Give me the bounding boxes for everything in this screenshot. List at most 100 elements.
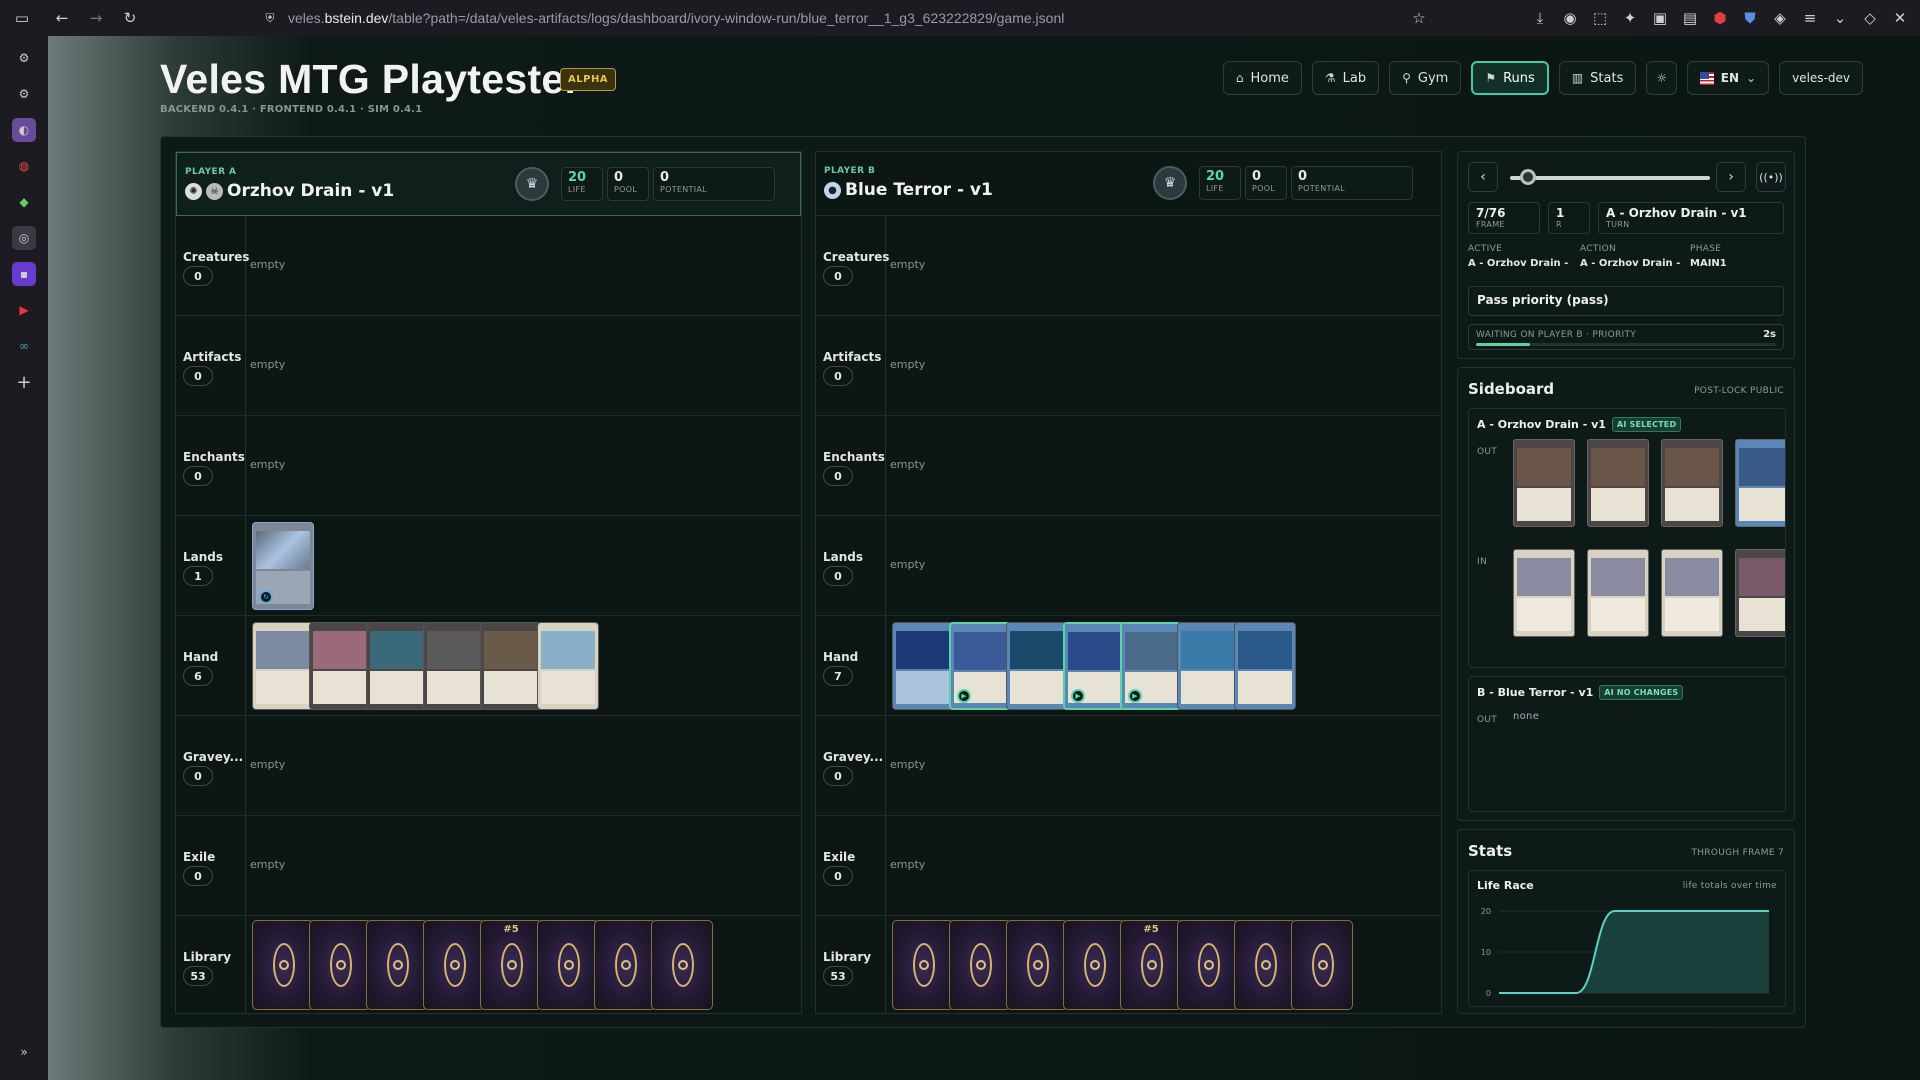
zone-empty: empty (890, 858, 926, 871)
player-a-header: PLAYER A ✺ ☠ Orzhov Drain - v1 ♛ 20 LIFE … (176, 152, 801, 216)
download-icon[interactable]: ⤓ (1526, 4, 1554, 32)
prev-frame-button[interactable]: ‹ (1468, 162, 1498, 192)
nav-stats-button[interactable]: ▥ Stats (1558, 61, 1637, 95)
sidebar-add-icon[interactable]: + (12, 370, 36, 394)
live-broadcast-button[interactable]: ((•)) (1756, 162, 1786, 192)
extension-bitwarden-icon[interactable]: ⛊ (1736, 4, 1764, 32)
player-b-pool-label: POOL (1252, 184, 1276, 193)
player-b-avatar[interactable]: ♛ (1153, 166, 1187, 200)
hand-card[interactable] (480, 622, 542, 710)
hand-card[interactable] (366, 622, 428, 710)
frame-label: FRAME (1476, 220, 1505, 229)
bookmark-star-icon[interactable]: ☆ (1405, 4, 1433, 32)
nav-lab-button[interactable]: ⚗ Lab (1311, 61, 1380, 95)
version-info: BACKEND 0.4.1 · FRONTEND 0.4.1 · SIM 0.4… (160, 104, 423, 115)
extension-ublock-icon[interactable]: ⬢ (1706, 4, 1734, 32)
sidebar-app-icon-5[interactable]: ◆ (12, 190, 36, 214)
extension-icon[interactable]: ⬚ (1586, 4, 1614, 32)
home-icon: ⌂ (1235, 71, 1244, 85)
language-label: EN (1720, 71, 1740, 85)
sideboard-out-card[interactable] (1513, 439, 1575, 527)
sideboard-in-card[interactable] (1661, 549, 1723, 637)
sidebar-globe-icon[interactable]: ◎ (12, 226, 36, 250)
hand-card-playable[interactable]: ▶ (949, 622, 1011, 710)
hand-card-playable[interactable]: ▶ (1063, 622, 1125, 710)
theme-toggle-button[interactable]: ☼ (1646, 61, 1678, 95)
menu-icon[interactable]: ≡ (1796, 4, 1824, 32)
account-icon[interactable]: ◉ (1556, 4, 1584, 32)
zone-name: Lands (183, 550, 224, 564)
site-info-icon[interactable]: ⛨ (256, 4, 284, 32)
frame-slider-handle[interactable] (1520, 169, 1536, 185)
frame-slider[interactable] (1510, 176, 1710, 180)
zone-name: Library (183, 950, 232, 964)
player-a-avatar[interactable]: ♛ (515, 167, 549, 201)
player-b-life-label: LIFE (1206, 184, 1224, 193)
sidebar-youtube-icon[interactable]: ▶ (12, 298, 36, 322)
zone-count: 0 (823, 766, 853, 786)
sidebar-toggle-icon[interactable]: ▭ (8, 4, 36, 32)
reload-icon[interactable]: ↻ (116, 4, 144, 32)
forward-icon[interactable]: → (82, 4, 110, 32)
hand-card-playable[interactable]: ▶ (1120, 622, 1182, 710)
user-button[interactable]: veles-dev (1779, 61, 1863, 95)
nav-home-button[interactable]: ⌂ Home (1222, 61, 1302, 95)
language-select[interactable]: EN ⌄ (1687, 61, 1770, 95)
hand-card[interactable] (537, 622, 599, 710)
hand-card[interactable] (423, 622, 485, 710)
extension-reader-icon[interactable]: ▤ (1676, 4, 1704, 32)
round-box: 1R (1548, 202, 1590, 234)
sidebar-app-icon-7[interactable]: ∞ (12, 334, 36, 358)
player-a-label: PLAYER A (185, 167, 237, 177)
next-frame-button[interactable]: › (1716, 162, 1746, 192)
zone-name: Lands (823, 550, 864, 564)
nav-gym-button[interactable]: ⚲ Gym (1389, 61, 1462, 95)
player-b-potential-value: 0 (1298, 169, 1308, 184)
sidebar-app-icon-1[interactable]: ⚙ (12, 46, 36, 70)
player-a-zone-enchants: Enchants 0 empty (176, 416, 801, 516)
life-race-chart: 20 10 0 (1481, 907, 1769, 998)
chevron-down-icon[interactable]: ⌄ (1826, 4, 1854, 32)
hand-card[interactable] (1234, 622, 1296, 710)
sideboard-out-card[interactable] (1587, 439, 1649, 527)
zone-name: Gravey... (183, 750, 244, 764)
player-b-header: PLAYER B ● Blue Terror - v1 ♛ 20 LIFE 0 PO… (816, 152, 1441, 216)
zone-count: 0 (183, 466, 213, 486)
extension-fox-icon[interactable]: ✦ (1616, 4, 1644, 32)
hand-card[interactable] (1177, 622, 1239, 710)
sideboard-out-card[interactable] (1735, 439, 1785, 527)
nav-stats-label: Stats (1590, 70, 1624, 86)
extension-box-icon[interactable]: ▣ (1646, 4, 1674, 32)
sideboard-in-card[interactable] (1735, 549, 1785, 637)
nav-runs-button[interactable]: ⚑ Runs (1471, 61, 1549, 95)
stats-title: Stats (1468, 842, 1513, 860)
player-b-zone-creatures: Creatures 0 empty (816, 216, 1441, 316)
close-icon[interactable]: ✕ (1886, 4, 1914, 32)
extension-shield-icon[interactable]: ◈ (1766, 4, 1794, 32)
hand-card[interactable] (252, 622, 314, 710)
sideboard-in-card[interactable] (1513, 549, 1575, 637)
broadcast-icon: ((•)) (1759, 170, 1783, 184)
sidebar-expand-icon[interactable]: » (12, 1040, 36, 1064)
card-back (1234, 920, 1296, 1010)
sidebar-app-icon-2[interactable]: ⚙ (12, 82, 36, 106)
back-icon[interactable]: ← (48, 4, 76, 32)
sidebar-app-icon-3[interactable]: ◐ (12, 118, 36, 142)
land-card[interactable]: ↻ (252, 522, 314, 610)
sideboard-out-card[interactable] (1661, 439, 1723, 527)
sideboard-b-name: B - Blue Terror - v1 (1477, 686, 1594, 699)
hand-card[interactable] (309, 622, 371, 710)
sidebar-app-icon-4[interactable]: ◍ (12, 154, 36, 178)
address-bar[interactable]: veles. bstein.dev/table?path=/data/veles-… (288, 0, 1064, 36)
sideboard-in-card[interactable] (1587, 549, 1649, 637)
hand-card[interactable] (1006, 622, 1068, 710)
zone-name: Hand (823, 650, 859, 664)
minimize-icon[interactable]: ◇ (1856, 4, 1884, 32)
player-a-zone-creatures: Creatures 0 empty (176, 216, 801, 316)
sideboard-visibility: POST-LOCK PUBLIC (1694, 386, 1784, 396)
waiting-timer: 2s (1763, 329, 1776, 340)
sidebar-app-icon-6[interactable]: ▪ (12, 262, 36, 286)
waiting-text: WAITING ON PLAYER B · PRIORITY (1476, 330, 1637, 340)
hand-card[interactable] (892, 622, 954, 710)
zone-count: 7 (823, 666, 853, 686)
